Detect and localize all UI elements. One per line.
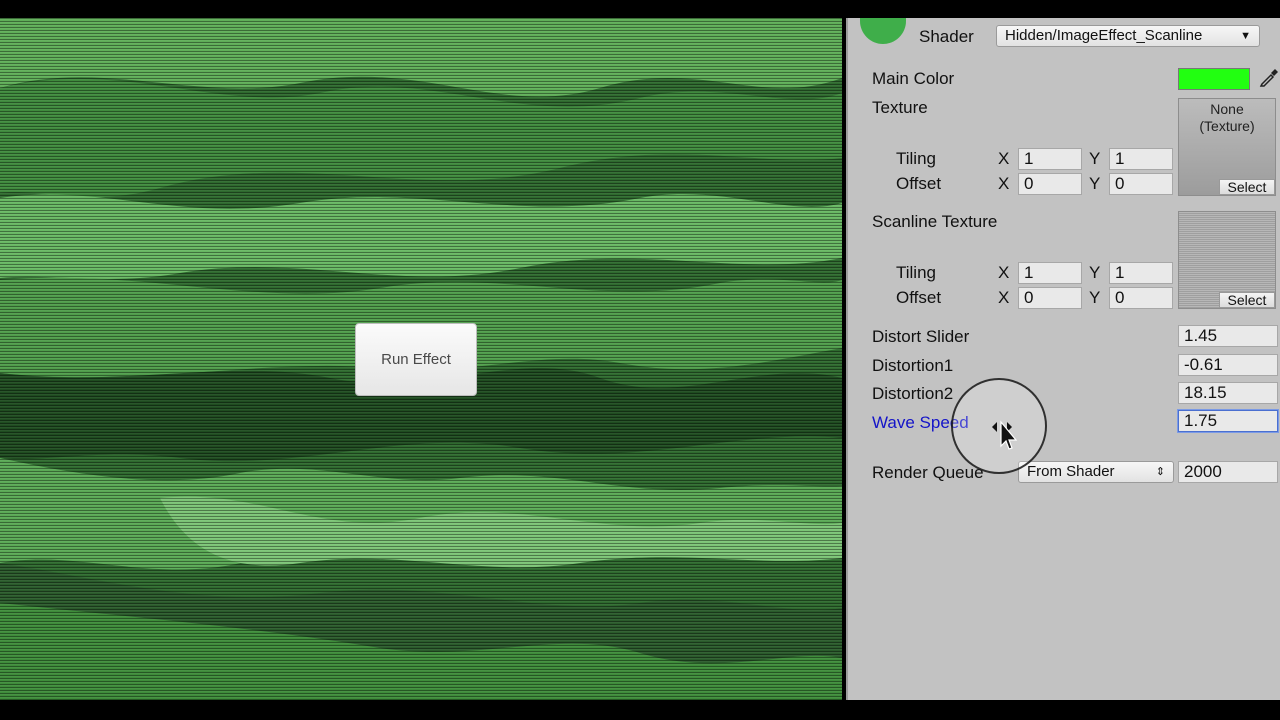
scanline-texture-select-button[interactable]: Select <box>1219 292 1275 308</box>
shader-dropdown-value: Hidden/ImageEffect_Scanline <box>1005 27 1203 44</box>
scanline-offset-x-label: X <box>998 288 1010 307</box>
updown-arrow-icon: ⇕ <box>1155 466 1165 478</box>
distortion2-label: Distortion2 <box>872 384 954 403</box>
distort-slider-field[interactable]: 1.45 <box>1178 325 1278 347</box>
render-queue-field[interactable]: 2000 <box>1178 461 1278 483</box>
eyedropper-icon[interactable] <box>1258 66 1280 88</box>
scanline-texture-slot[interactable]: Select <box>1178 211 1276 309</box>
main-color-label: Main Color <box>872 69 955 88</box>
scanline-offset-x-field[interactable]: 0 <box>1018 287 1082 309</box>
scanline-tiling-y-field[interactable]: 1 <box>1109 262 1173 284</box>
texture-tiling-y-field[interactable]: 1 <box>1109 148 1173 170</box>
render-queue-dropdown[interactable]: From Shader ⇕ <box>1018 461 1174 483</box>
scanline-tiling-x-field[interactable]: 1 <box>1018 262 1082 284</box>
shader-label: Shader <box>919 27 974 46</box>
texture-offset-y-field[interactable]: 0 <box>1109 173 1173 195</box>
scanline-tiling-label: Tiling <box>896 263 936 282</box>
material-icon <box>860 18 906 44</box>
texture-slot[interactable]: None (Texture) Select <box>1178 98 1276 196</box>
texture-offset-label: Offset <box>896 174 942 193</box>
scanline-texture-label: Scanline Texture <box>872 212 998 231</box>
main-color-swatch[interactable] <box>1178 68 1250 90</box>
distortion1-label: Distortion1 <box>872 356 954 375</box>
texture-label: Texture <box>872 98 928 117</box>
scanline-tiling-y-label: Y <box>1089 263 1101 282</box>
render-queue-mode: From Shader <box>1027 463 1115 480</box>
texture-none-text: None (Texture) <box>1199 101 1255 134</box>
dropdown-arrow-icon: ▼ <box>1240 30 1251 42</box>
texture-tiling-x-field[interactable]: 1 <box>1018 148 1082 170</box>
texture-offset-x-label: X <box>998 174 1010 193</box>
scanline-offset-y-field[interactable]: 0 <box>1109 287 1173 309</box>
wave-speed-label[interactable]: Wave Speed <box>872 413 969 433</box>
scanline-offset-label: Offset <box>896 288 942 307</box>
render-queue-label: Render Queue <box>872 463 984 482</box>
shader-dropdown[interactable]: Hidden/ImageEffect_Scanline ▼ <box>996 25 1260 47</box>
inspector-panel: Shader Hidden/ImageEffect_Scanline ▼ Mai… <box>846 18 1280 700</box>
distortion2-field[interactable]: 18.15 <box>1178 382 1278 404</box>
texture-tiling-x-label: X <box>998 149 1010 168</box>
game-view: Run Effect <box>0 18 842 700</box>
distort-slider-label: Distort Slider <box>872 327 970 346</box>
run-effect-button[interactable]: Run Effect <box>355 323 477 396</box>
texture-offset-x-field[interactable]: 0 <box>1018 173 1082 195</box>
scanline-tiling-x-label: X <box>998 263 1010 282</box>
scanline-offset-y-label: Y <box>1089 288 1101 307</box>
distortion1-field[interactable]: -0.61 <box>1178 354 1278 376</box>
texture-offset-y-label: Y <box>1089 174 1101 193</box>
texture-tiling-label: Tiling <box>896 149 936 168</box>
texture-tiling-y-label: Y <box>1089 149 1101 168</box>
wave-speed-field[interactable]: 1.75 <box>1178 410 1278 432</box>
texture-select-button[interactable]: Select <box>1219 179 1275 195</box>
